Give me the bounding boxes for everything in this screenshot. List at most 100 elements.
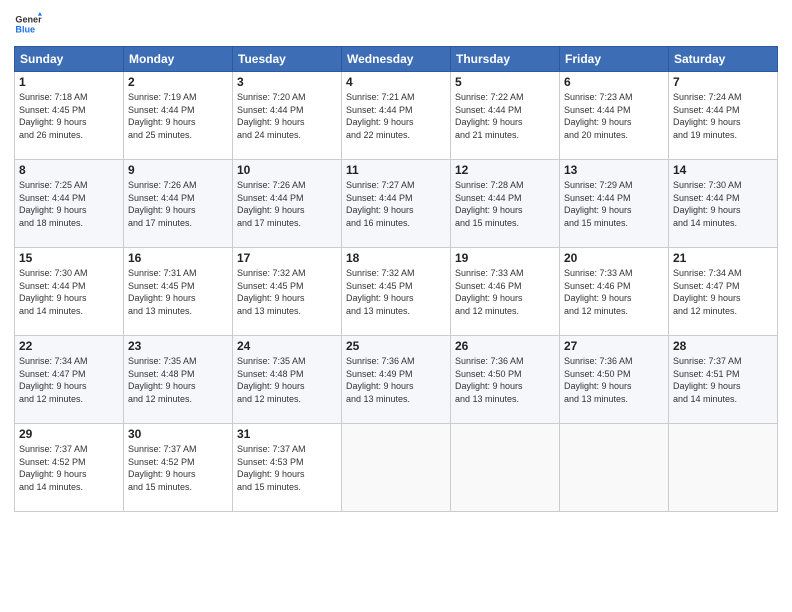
calendar-cell: 6 Sunrise: 7:23 AM Sunset: 4:44 PM Daylig… bbox=[560, 72, 669, 160]
day-number: 20 bbox=[564, 251, 664, 265]
svg-text:Blue: Blue bbox=[15, 24, 35, 34]
calendar-cell: 24 Sunrise: 7:35 AM Sunset: 4:48 PM Dayli… bbox=[233, 336, 342, 424]
day-info: Sunrise: 7:34 AM Sunset: 4:47 PM Dayligh… bbox=[19, 355, 119, 405]
day-info: Sunrise: 7:24 AM Sunset: 4:44 PM Dayligh… bbox=[673, 91, 773, 141]
day-number: 19 bbox=[455, 251, 555, 265]
day-info: Sunrise: 7:37 AM Sunset: 4:53 PM Dayligh… bbox=[237, 443, 337, 493]
day-info: Sunrise: 7:18 AM Sunset: 4:45 PM Dayligh… bbox=[19, 91, 119, 141]
weekday-header-friday: Friday bbox=[560, 47, 669, 72]
day-number: 22 bbox=[19, 339, 119, 353]
day-info: Sunrise: 7:19 AM Sunset: 4:44 PM Dayligh… bbox=[128, 91, 228, 141]
day-number: 18 bbox=[346, 251, 446, 265]
day-info: Sunrise: 7:37 AM Sunset: 4:52 PM Dayligh… bbox=[128, 443, 228, 493]
calendar-cell: 22 Sunrise: 7:34 AM Sunset: 4:47 PM Dayli… bbox=[15, 336, 124, 424]
day-number: 30 bbox=[128, 427, 228, 441]
weekday-header-sunday: Sunday bbox=[15, 47, 124, 72]
header: General Blue bbox=[14, 10, 778, 38]
day-info: Sunrise: 7:33 AM Sunset: 4:46 PM Dayligh… bbox=[455, 267, 555, 317]
day-number: 12 bbox=[455, 163, 555, 177]
calendar-cell: 3 Sunrise: 7:20 AM Sunset: 4:44 PM Daylig… bbox=[233, 72, 342, 160]
weekday-header-row: SundayMondayTuesdayWednesdayThursdayFrid… bbox=[15, 47, 778, 72]
calendar-cell: 12 Sunrise: 7:28 AM Sunset: 4:44 PM Dayli… bbox=[451, 160, 560, 248]
day-number: 2 bbox=[128, 75, 228, 89]
day-info: Sunrise: 7:35 AM Sunset: 4:48 PM Dayligh… bbox=[128, 355, 228, 405]
calendar-cell: 5 Sunrise: 7:22 AM Sunset: 4:44 PM Daylig… bbox=[451, 72, 560, 160]
day-number: 13 bbox=[564, 163, 664, 177]
day-info: Sunrise: 7:25 AM Sunset: 4:44 PM Dayligh… bbox=[19, 179, 119, 229]
day-info: Sunrise: 7:32 AM Sunset: 4:45 PM Dayligh… bbox=[346, 267, 446, 317]
calendar-cell: 18 Sunrise: 7:32 AM Sunset: 4:45 PM Dayli… bbox=[342, 248, 451, 336]
day-number: 31 bbox=[237, 427, 337, 441]
day-number: 8 bbox=[19, 163, 119, 177]
calendar-cell: 7 Sunrise: 7:24 AM Sunset: 4:44 PM Daylig… bbox=[669, 72, 778, 160]
day-info: Sunrise: 7:36 AM Sunset: 4:50 PM Dayligh… bbox=[455, 355, 555, 405]
calendar-cell: 1 Sunrise: 7:18 AM Sunset: 4:45 PM Daylig… bbox=[15, 72, 124, 160]
calendar-cell bbox=[342, 424, 451, 512]
calendar-cell: 13 Sunrise: 7:29 AM Sunset: 4:44 PM Dayli… bbox=[560, 160, 669, 248]
day-number: 7 bbox=[673, 75, 773, 89]
day-info: Sunrise: 7:22 AM Sunset: 4:44 PM Dayligh… bbox=[455, 91, 555, 141]
calendar-cell: 31 Sunrise: 7:37 AM Sunset: 4:53 PM Dayli… bbox=[233, 424, 342, 512]
day-info: Sunrise: 7:23 AM Sunset: 4:44 PM Dayligh… bbox=[564, 91, 664, 141]
day-number: 16 bbox=[128, 251, 228, 265]
day-number: 4 bbox=[346, 75, 446, 89]
main-container: General Blue SundayMondayTuesdayWednesda… bbox=[0, 0, 792, 522]
day-info: Sunrise: 7:26 AM Sunset: 4:44 PM Dayligh… bbox=[128, 179, 228, 229]
day-number: 15 bbox=[19, 251, 119, 265]
day-number: 14 bbox=[673, 163, 773, 177]
weekday-header-thursday: Thursday bbox=[451, 47, 560, 72]
day-info: Sunrise: 7:30 AM Sunset: 4:44 PM Dayligh… bbox=[673, 179, 773, 229]
calendar-cell: 11 Sunrise: 7:27 AM Sunset: 4:44 PM Dayli… bbox=[342, 160, 451, 248]
calendar-cell bbox=[560, 424, 669, 512]
day-number: 23 bbox=[128, 339, 228, 353]
calendar-cell: 16 Sunrise: 7:31 AM Sunset: 4:45 PM Dayli… bbox=[124, 248, 233, 336]
calendar-cell: 15 Sunrise: 7:30 AM Sunset: 4:44 PM Dayli… bbox=[15, 248, 124, 336]
day-info: Sunrise: 7:29 AM Sunset: 4:44 PM Dayligh… bbox=[564, 179, 664, 229]
day-info: Sunrise: 7:31 AM Sunset: 4:45 PM Dayligh… bbox=[128, 267, 228, 317]
calendar-week-3: 15 Sunrise: 7:30 AM Sunset: 4:44 PM Dayli… bbox=[15, 248, 778, 336]
calendar-cell: 8 Sunrise: 7:25 AM Sunset: 4:44 PM Daylig… bbox=[15, 160, 124, 248]
logo: General Blue bbox=[14, 10, 44, 38]
day-info: Sunrise: 7:34 AM Sunset: 4:47 PM Dayligh… bbox=[673, 267, 773, 317]
day-number: 28 bbox=[673, 339, 773, 353]
day-info: Sunrise: 7:37 AM Sunset: 4:52 PM Dayligh… bbox=[19, 443, 119, 493]
day-number: 24 bbox=[237, 339, 337, 353]
calendar-cell: 9Sunrise: 7:26 AM Sunset: 4:44 PM Daylig… bbox=[124, 160, 233, 248]
day-info: Sunrise: 7:27 AM Sunset: 4:44 PM Dayligh… bbox=[346, 179, 446, 229]
day-info: Sunrise: 7:37 AM Sunset: 4:51 PM Dayligh… bbox=[673, 355, 773, 405]
day-number: 5 bbox=[455, 75, 555, 89]
day-number: 6 bbox=[564, 75, 664, 89]
calendar-cell: 23 Sunrise: 7:35 AM Sunset: 4:48 PM Dayli… bbox=[124, 336, 233, 424]
day-number: 29 bbox=[19, 427, 119, 441]
calendar-cell: 2 Sunrise: 7:19 AM Sunset: 4:44 PM Daylig… bbox=[124, 72, 233, 160]
day-number: 10 bbox=[237, 163, 337, 177]
day-number: 27 bbox=[564, 339, 664, 353]
calendar-cell: 10 Sunrise: 7:26 AM Sunset: 4:44 PM Dayli… bbox=[233, 160, 342, 248]
day-info: Sunrise: 7:36 AM Sunset: 4:50 PM Dayligh… bbox=[564, 355, 664, 405]
calendar-week-1: 1 Sunrise: 7:18 AM Sunset: 4:45 PM Daylig… bbox=[15, 72, 778, 160]
day-number: 3 bbox=[237, 75, 337, 89]
weekday-header-wednesday: Wednesday bbox=[342, 47, 451, 72]
calendar-cell: 27 Sunrise: 7:36 AM Sunset: 4:50 PM Dayli… bbox=[560, 336, 669, 424]
calendar-cell: 20Sunrise: 7:33 AM Sunset: 4:46 PM Dayli… bbox=[560, 248, 669, 336]
calendar-cell: 29 Sunrise: 7:37 AM Sunset: 4:52 PM Dayli… bbox=[15, 424, 124, 512]
day-info: Sunrise: 7:36 AM Sunset: 4:49 PM Dayligh… bbox=[346, 355, 446, 405]
day-info: Sunrise: 7:26 AM Sunset: 4:44 PM Dayligh… bbox=[237, 179, 337, 229]
calendar-cell: 26 Sunrise: 7:36 AM Sunset: 4:50 PM Dayli… bbox=[451, 336, 560, 424]
calendar-cell: 14 Sunrise: 7:30 AM Sunset: 4:44 PM Dayli… bbox=[669, 160, 778, 248]
calendar-cell: 25Sunrise: 7:36 AM Sunset: 4:49 PM Dayli… bbox=[342, 336, 451, 424]
day-info: Sunrise: 7:20 AM Sunset: 4:44 PM Dayligh… bbox=[237, 91, 337, 141]
day-info: Sunrise: 7:32 AM Sunset: 4:45 PM Dayligh… bbox=[237, 267, 337, 317]
calendar-cell bbox=[669, 424, 778, 512]
calendar-cell: 30 Sunrise: 7:37 AM Sunset: 4:52 PM Dayli… bbox=[124, 424, 233, 512]
day-info: Sunrise: 7:35 AM Sunset: 4:48 PM Dayligh… bbox=[237, 355, 337, 405]
day-number: 1 bbox=[19, 75, 119, 89]
day-info: Sunrise: 7:28 AM Sunset: 4:44 PM Dayligh… bbox=[455, 179, 555, 229]
calendar-cell: 17Sunrise: 7:32 AM Sunset: 4:45 PM Dayli… bbox=[233, 248, 342, 336]
calendar-week-5: 29 Sunrise: 7:37 AM Sunset: 4:52 PM Dayli… bbox=[15, 424, 778, 512]
calendar-cell bbox=[451, 424, 560, 512]
day-number: 26 bbox=[455, 339, 555, 353]
day-info: Sunrise: 7:30 AM Sunset: 4:44 PM Dayligh… bbox=[19, 267, 119, 317]
svg-text:General: General bbox=[15, 15, 42, 25]
day-number: 11 bbox=[346, 163, 446, 177]
